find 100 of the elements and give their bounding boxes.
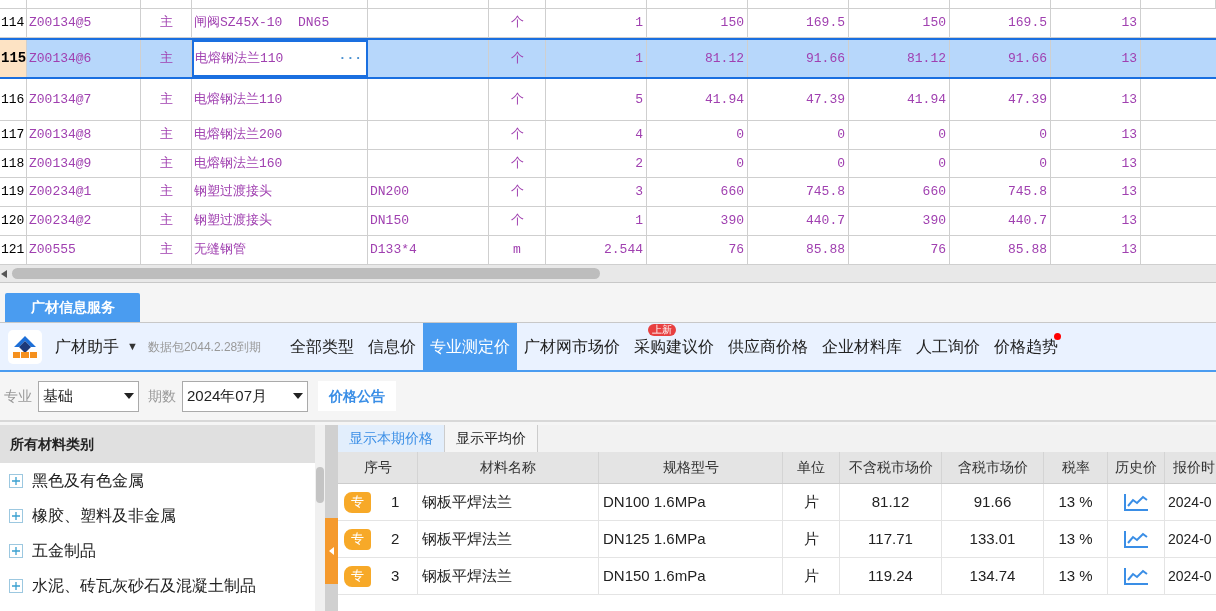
- row-number: 120: [1, 212, 25, 231]
- table-cell-text: 0: [1039, 154, 1047, 173]
- tree-item[interactable]: 水泥、砖瓦灰砂石及混凝土制品: [32, 573, 256, 598]
- dropdown-icon[interactable]: [124, 393, 134, 399]
- tree-item[interactable]: 五金制品: [32, 538, 96, 563]
- scroll-left-icon[interactable]: [1, 269, 7, 278]
- nav-tab[interactable]: 供应商价格: [721, 323, 816, 370]
- table-cell-text: 13: [1121, 212, 1137, 231]
- table-row[interactable]: 120 Z00234@2 主 钢塑过渡接头 DN150 个 1 390 440.7 390 440.7 13: [0, 207, 1216, 236]
- column-header[interactable]: 序号: [338, 452, 418, 483]
- collapse-handle[interactable]: [325, 518, 338, 584]
- tree-item[interactable]: 黑色及有色金属: [32, 468, 144, 493]
- table-cell-text: D133*4: [370, 241, 417, 260]
- row-number: 115: [1, 49, 26, 68]
- table-cell-text: 2024-0: [1168, 566, 1212, 586]
- table-cell-text: 2: [391, 528, 400, 549]
- table-cell-text: Z00555: [29, 241, 76, 260]
- line-chart-icon[interactable]: [1123, 567, 1149, 585]
- table-cell-text: 91.66: [806, 49, 845, 68]
- table-cell-text: 134.74: [969, 565, 1016, 586]
- table-cell-text: 钢板平焊法兰: [422, 565, 512, 586]
- table-cell-text: Z00234@2: [29, 212, 92, 231]
- row-number: 114: [1, 14, 25, 33]
- name-input-field[interactable]: 电熔钢法兰110 ···: [192, 40, 368, 77]
- table-cell-text: 主: [159, 241, 173, 260]
- line-chart-icon[interactable]: [1123, 493, 1149, 511]
- row-number: 116: [1, 90, 25, 109]
- table-cell-text: 片: [803, 528, 819, 549]
- table-cell-text: 119.24: [868, 565, 913, 586]
- expand-icon[interactable]: [9, 578, 23, 593]
- table-row[interactable]: 117 Z00134@8 主 电熔钢法兰200 个 4 0 0 0 0 13: [0, 121, 1216, 150]
- table-cell-text: 2.544: [604, 241, 643, 260]
- table-cell-text: Z00234@1: [29, 183, 92, 202]
- column-header[interactable]: 材料名称: [418, 452, 599, 483]
- table-cell-text: 41.94: [907, 90, 946, 109]
- table-cell-text: 85.88: [1008, 241, 1047, 260]
- expand-icon[interactable]: [9, 508, 23, 523]
- column-header[interactable]: 单位: [783, 452, 840, 483]
- column-header[interactable]: 不含税市场价: [840, 452, 942, 483]
- table-cell-text: 钢塑过渡接头: [194, 183, 272, 202]
- table-row[interactable]: 116 Z00134@7 主 电熔钢法兰110 个 5 41.94 47.39 41.94 47.39 13: [0, 79, 1216, 121]
- table-cell-text: 5: [635, 90, 643, 109]
- table-cell-text: 0: [736, 154, 744, 173]
- table-cell-text: 91.66: [1008, 49, 1047, 68]
- nav-tab[interactable]: 全部类型: [283, 323, 362, 370]
- table-cell-text: 钢塑过渡接头: [194, 212, 272, 231]
- table-row[interactable]: 114 Z00134@5 主 闸阀SZ45X-10 DN65 个 1 150 169.5 150 169.5 13: [0, 9, 1216, 38]
- table-cell-text: 76: [930, 241, 946, 260]
- row-number: 118: [1, 154, 25, 173]
- period-dropdown[interactable]: 2024年07月: [182, 380, 308, 412]
- row-number: 117: [1, 126, 25, 145]
- expand-icon[interactable]: [9, 473, 23, 488]
- scrollbar-track[interactable]: [315, 425, 325, 611]
- table-cell-text: 81.12: [907, 49, 946, 68]
- table-cell-text: Z00134@8: [29, 126, 92, 145]
- table-cell-text: 个: [510, 126, 524, 145]
- column-header[interactable]: 规格型号: [599, 452, 783, 483]
- table-cell-text: 13: [1121, 183, 1137, 202]
- table-row[interactable]: 119 Z00234@1 主 钢塑过渡接头 DN200 个 3 660 745.8 660 745.8 13: [0, 178, 1216, 207]
- table-cell-text: 闸阀SZ45X-10 DN65: [194, 14, 330, 33]
- table-cell-text: 169.5: [806, 14, 845, 33]
- table-cell-text: DN100 1.6MPa: [603, 491, 706, 512]
- table-cell-text: 13: [1121, 126, 1137, 145]
- column-header[interactable]: 历史价: [1108, 452, 1165, 483]
- selected-row[interactable]: 115 Z00134@6 主 电熔钢法兰110 ··· 个 1 81.12 91.66 81.12 91.66 13: [0, 38, 1216, 79]
- table-cell-text: 13: [1121, 49, 1137, 68]
- table-cell-text: 主: [159, 183, 173, 202]
- table-cell-text: 85.88: [806, 241, 845, 260]
- table-cell-text: 片: [803, 491, 819, 512]
- nav-tab[interactable]: 上新 采购建议价: [627, 323, 722, 370]
- table-cell-text: 片: [803, 565, 819, 586]
- scrollbar-thumb[interactable]: [12, 268, 600, 279]
- table-cell-text: 3: [391, 565, 400, 586]
- column-header[interactable]: 报价时: [1165, 452, 1216, 483]
- nav-tab[interactable]: 信息价: [361, 323, 424, 370]
- column-header[interactable]: 税率: [1044, 452, 1108, 483]
- expand-icon[interactable]: [9, 543, 23, 558]
- nav-tab[interactable]: 价格趋势: [987, 323, 1066, 370]
- line-chart-icon[interactable]: [1123, 530, 1149, 548]
- table-row[interactable]: 118 Z00134@9 主 电熔钢法兰160 个 2 0 0 0 0 13: [0, 150, 1216, 178]
- app-name[interactable]: 广材助手: [55, 334, 119, 359]
- table-cell-text: Z00134@9: [29, 154, 92, 173]
- nav-tab[interactable]: 企业材料库: [815, 323, 910, 370]
- table-cell-text: 1: [635, 49, 643, 68]
- nav-tab[interactable]: 人工询价: [909, 323, 988, 370]
- table-cell-text: 主: [159, 90, 173, 109]
- table-row[interactable]: 121 Z00555 主 无缝钢管 D133*4 m 2.544 76 85.88 76 85.88 13: [0, 236, 1216, 265]
- caret-icon[interactable]: ▼: [127, 338, 138, 355]
- dropdown-icon[interactable]: [293, 393, 303, 399]
- scrollbar-thumb[interactable]: [316, 467, 324, 503]
- table-cell-text: 电熔钢法兰110: [194, 90, 283, 109]
- nav-tab[interactable]: 广材网市场价: [517, 323, 628, 370]
- table-cell-text: 4: [635, 126, 643, 145]
- column-header[interactable]: 含税市场价: [942, 452, 1044, 483]
- table-cell-text: 0: [938, 154, 946, 173]
- table-cell-text: 个: [510, 154, 524, 173]
- table-cell-text: 电熔钢法兰200: [194, 126, 283, 145]
- specialty-dropdown[interactable]: 基础: [38, 380, 139, 412]
- tree-item[interactable]: 橡胶、塑料及非金属: [32, 503, 176, 528]
- table-cell-text: m: [513, 241, 521, 260]
